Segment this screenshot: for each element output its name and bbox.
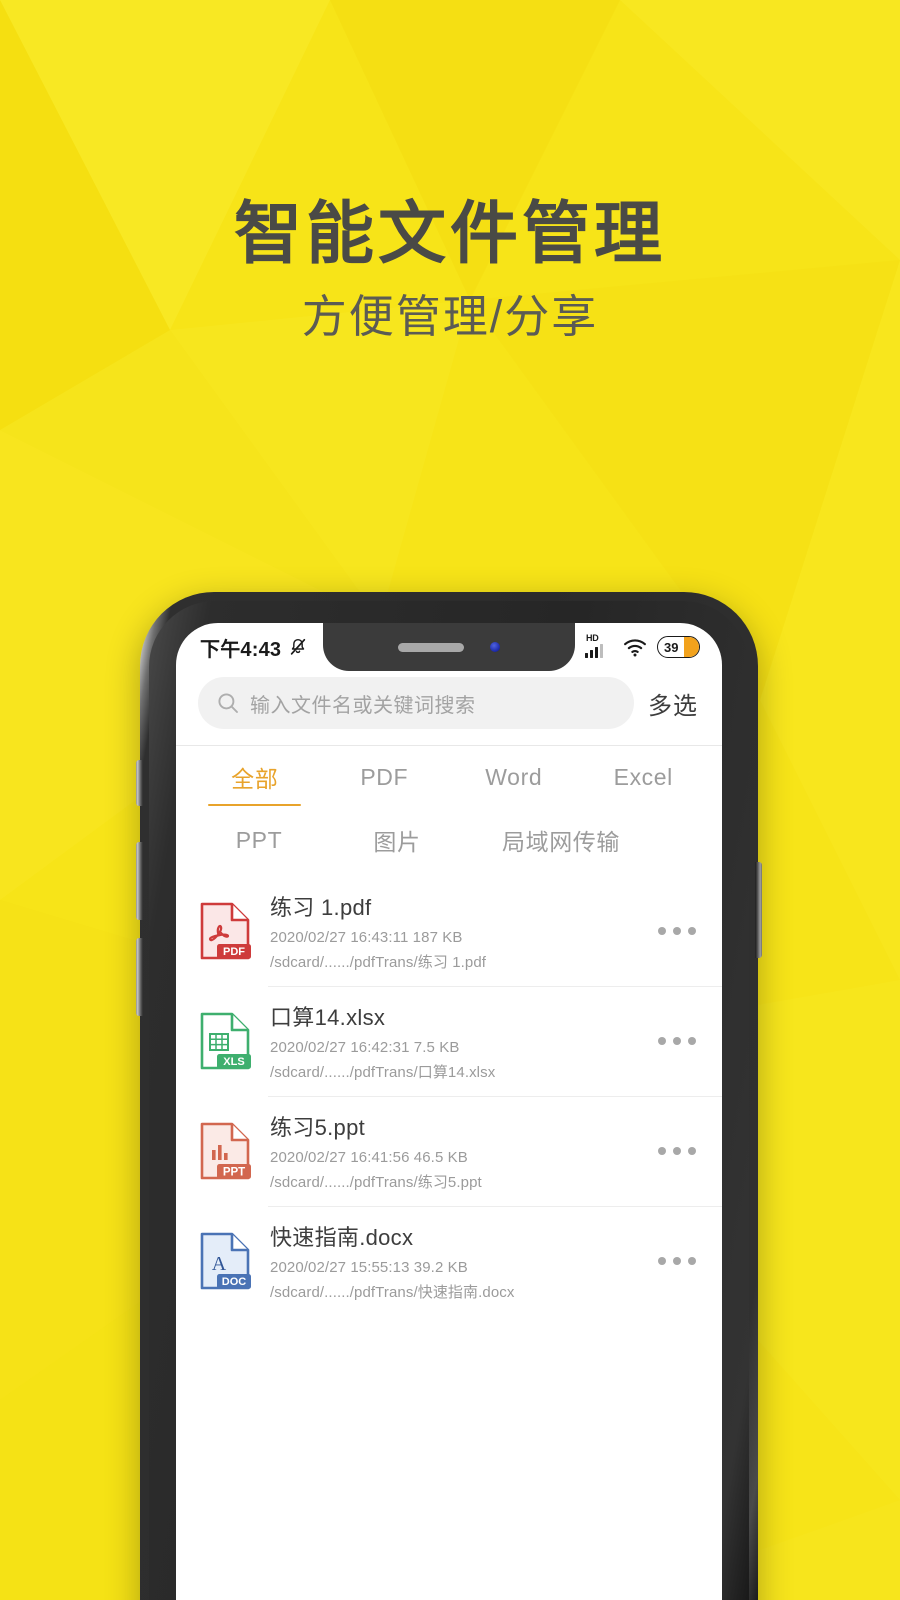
category-tabs: 全部 PDF Word Excel PPT 图片 局域网传输 [176,746,722,876]
bell-muted-icon [291,638,306,655]
phone-screen: 下午4:43 HD 39 输入文件名或关键词搜索 多选 全部 PDF Word … [176,623,722,1600]
xls-file-icon: XLS [200,1012,251,1070]
svg-text:DOC: DOC [222,1276,247,1288]
more-dots-icon[interactable] [646,917,700,945]
tab-images[interactable]: 图片 [328,808,466,872]
table-row[interactable]: PPT 练习5.ppt 2020/02/27 16:41:56 46.5 KB … [176,1096,722,1206]
file-meta: 2020/02/27 16:43:11 187 KB [270,929,463,946]
file-meta: 2020/02/27 16:42:31 7.5 KB [270,1039,460,1056]
battery-fill [684,637,699,657]
table-row[interactable]: A DOC 快速指南.docx 2020/02/27 15:55:13 39.2… [176,1206,722,1316]
status-bar-left: 下午4:43 [200,633,308,662]
search-icon [218,693,238,713]
tab-lan-transfer[interactable]: 局域网传输 [466,808,656,872]
promo-text-block: 智能文件管理 方便管理/分享 [0,196,900,344]
file-info: 练习 1.pdf 2020/02/27 16:43:11 187 KB /sdc… [270,890,630,972]
tab-excel[interactable]: Excel [579,746,709,808]
doc-file-icon: A DOC [200,1232,251,1290]
table-row[interactable]: PDF 练习 1.pdf 2020/02/27 16:43:11 187 KB … [176,876,722,986]
status-bar-time: 下午4:43 [200,638,282,661]
tab-pdf[interactable]: PDF [320,746,450,808]
pdf-file-icon: PDF [200,902,251,960]
phone-mockup: 下午4:43 HD 39 输入文件名或关键词搜索 多选 全部 PDF Word … [136,592,762,1600]
more-dots-icon[interactable] [646,1027,700,1055]
ppt-file-icon: PPT [200,1122,251,1180]
promo-poster: 智能文件管理 方便管理/分享 下午4:43 HD 39 输入文件名或关键词搜索 … [0,0,900,1600]
file-path: /sdcard/....../pdfTrans/练习 1.pdf [270,954,487,971]
phone-mute-switch[interactable] [136,760,143,806]
phone-volume-up-button[interactable] [136,842,143,920]
search-row: 输入文件名或关键词搜索 多选 [176,671,722,745]
table-row[interactable]: XLS 口算14.xlsx 2020/02/27 16:42:31 7.5 KB… [176,986,722,1096]
file-name: 练习 1.pdf [270,895,372,920]
file-meta: 2020/02/27 15:55:13 39.2 KB [270,1259,468,1276]
svg-text:XLS: XLS [223,1056,244,1068]
promo-subheadline: 方便管理/分享 [301,291,599,343]
status-bar: 下午4:43 HD 39 [176,623,722,671]
phone-power-button[interactable] [755,862,762,958]
file-name: 快速指南.docx [270,1225,414,1250]
file-meta: 2020/02/27 16:41:56 46.5 KB [270,1149,468,1166]
svg-text:PDF: PDF [223,946,245,958]
hd-label: HD [586,633,599,643]
file-info: 快速指南.docx 2020/02/27 15:55:13 39.2 KB /s… [270,1220,630,1302]
more-dots-icon[interactable] [646,1137,700,1165]
tab-row-primary: 全部 PDF Word Excel [176,746,722,808]
svg-text:A: A [212,1253,227,1275]
status-bar-right: HD 39 [583,633,700,658]
file-info: 练习5.ppt 2020/02/27 16:41:56 46.5 KB /sdc… [270,1110,630,1192]
promo-headline: 智能文件管理 [233,196,666,272]
tab-all[interactable]: 全部 [190,746,320,808]
file-path: /sdcard/....../pdfTrans/快速指南.docx [270,1284,515,1301]
tab-row-secondary: PPT 图片 局域网传输 [176,808,722,872]
file-info: 口算14.xlsx 2020/02/27 16:42:31 7.5 KB /sd… [270,1000,630,1082]
file-name: 口算14.xlsx [270,1005,386,1030]
signal-bars [585,644,604,658]
battery-level-label: 39 [664,639,679,655]
battery-icon: 39 [657,636,700,658]
signal-bars-icon: HD [583,633,613,658]
search-input[interactable]: 输入文件名或关键词搜索 [198,677,634,729]
file-list: PDF 练习 1.pdf 2020/02/27 16:43:11 187 KB … [176,876,722,1316]
wifi-icon [624,638,646,656]
tab-ppt[interactable]: PPT [190,808,328,872]
file-path: /sdcard/....../pdfTrans/练习5.ppt [270,1174,482,1191]
tab-word[interactable]: Word [449,746,579,808]
multi-select-button[interactable]: 多选 [648,686,700,721]
search-placeholder: 输入文件名或关键词搜索 [250,694,476,717]
phone-volume-down-button[interactable] [136,938,143,1016]
file-path: /sdcard/....../pdfTrans/口算14.xlsx [270,1064,496,1081]
file-name: 练习5.ppt [270,1115,366,1140]
svg-text:PPT: PPT [223,1166,245,1178]
more-dots-icon[interactable] [646,1247,700,1275]
